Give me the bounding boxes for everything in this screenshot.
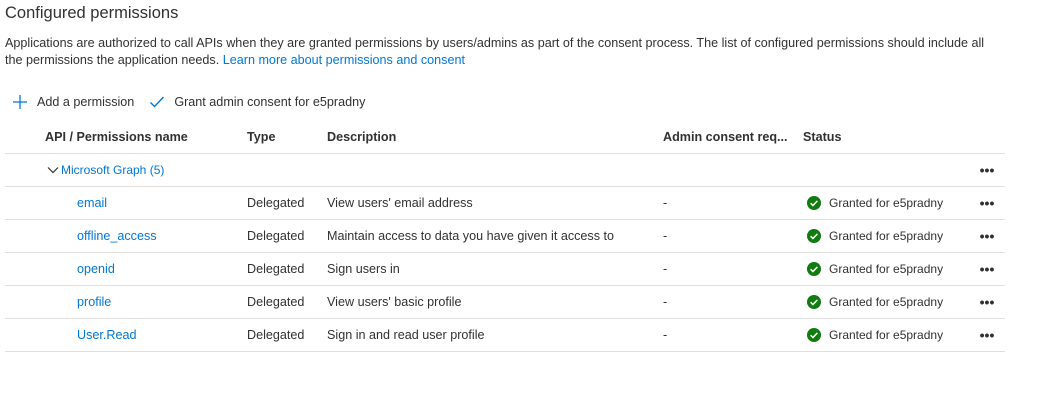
group-label: Microsoft Graph (5) bbox=[61, 163, 165, 177]
success-check-icon bbox=[807, 262, 821, 276]
admin-consent-value: - bbox=[663, 196, 668, 210]
permission-type: Delegated bbox=[247, 229, 305, 243]
admin-consent-value: - bbox=[663, 229, 668, 243]
learn-more-link[interactable]: Learn more about permissions and consent bbox=[223, 53, 465, 67]
grant-admin-consent-label: Grant admin consent for e5pradny bbox=[174, 95, 366, 109]
section-title: Configured permissions bbox=[5, 4, 179, 22]
checkmark-icon bbox=[149, 94, 165, 110]
permissions-table: API / Permissions name Type Description … bbox=[5, 120, 1005, 352]
status-text: Granted for e5pradny bbox=[829, 295, 944, 309]
success-check-icon bbox=[807, 196, 821, 210]
column-header-name[interactable]: API / Permissions name bbox=[45, 120, 188, 153]
group-toggle[interactable]: Microsoft Graph (5) bbox=[47, 154, 164, 186]
table-header: API / Permissions name Type Description … bbox=[5, 120, 1005, 154]
more-icon: ••• bbox=[979, 195, 995, 211]
permission-name-link[interactable]: profile bbox=[77, 286, 111, 318]
permission-type: Delegated bbox=[247, 295, 305, 309]
row-more-button[interactable]: ••• bbox=[973, 187, 1001, 219]
status-text: Granted for e5pradny bbox=[829, 229, 944, 243]
more-icon: ••• bbox=[979, 228, 995, 244]
permission-type: Delegated bbox=[247, 196, 305, 210]
chevron-down-icon bbox=[47, 164, 59, 176]
configured-permissions-page: Configured permissions Applications are … bbox=[0, 0, 1042, 399]
permission-rows: email Delegated View users' email addres… bbox=[5, 187, 1005, 352]
group-more-button[interactable]: ••• bbox=[973, 154, 1001, 186]
description-text: Applications are authorized to call APIs… bbox=[5, 36, 985, 67]
permission-type: Delegated bbox=[247, 262, 305, 276]
permission-name-link[interactable]: User.Read bbox=[77, 319, 137, 351]
more-icon: ••• bbox=[979, 327, 995, 343]
status-text: Granted for e5pradny bbox=[829, 262, 944, 276]
status-cell: Granted for e5pradny bbox=[803, 220, 943, 252]
status-cell: Granted for e5pradny bbox=[803, 253, 943, 285]
column-header-status[interactable]: Status bbox=[803, 120, 842, 153]
admin-consent-value: - bbox=[663, 328, 668, 342]
more-icon: ••• bbox=[979, 261, 995, 277]
column-header-type[interactable]: Type bbox=[247, 120, 275, 153]
permission-description: View users' basic profile bbox=[327, 295, 462, 309]
permission-description: Maintain access to data you have given i… bbox=[327, 229, 615, 243]
table-row: User.Read Delegated Sign in and read use… bbox=[5, 319, 1005, 352]
table-row: profile Delegated View users' basic prof… bbox=[5, 286, 1005, 319]
status-cell: Granted for e5pradny bbox=[803, 187, 943, 219]
section-description: Applications are authorized to call APIs… bbox=[5, 35, 1005, 69]
success-check-icon bbox=[807, 229, 821, 243]
permission-type: Delegated bbox=[247, 328, 305, 342]
admin-consent-value: - bbox=[663, 295, 668, 309]
group-row-microsoft-graph: Microsoft Graph (5) ••• bbox=[5, 154, 1005, 187]
permission-description: Sign users in bbox=[327, 262, 400, 276]
status-text: Granted for e5pradny bbox=[829, 196, 944, 210]
table-row: openid Delegated Sign users in - Granted… bbox=[5, 253, 1005, 286]
row-more-button[interactable]: ••• bbox=[973, 253, 1001, 285]
status-cell: Granted for e5pradny bbox=[803, 319, 943, 351]
permission-name-link[interactable]: email bbox=[77, 187, 107, 219]
admin-consent-value: - bbox=[663, 262, 668, 276]
add-permission-label: Add a permission bbox=[37, 95, 135, 109]
column-header-admin-consent[interactable]: Admin consent req... bbox=[663, 120, 788, 153]
permission-name-link[interactable]: offline_access bbox=[77, 220, 157, 252]
toolbar: Add a permission Grant admin consent for… bbox=[12, 92, 380, 112]
table-row: email Delegated View users' email addres… bbox=[5, 187, 1005, 220]
permission-description: Sign in and read user profile bbox=[327, 328, 485, 342]
table-row: offline_access Delegated Maintain access… bbox=[5, 220, 1005, 253]
grant-admin-consent-button[interactable]: Grant admin consent for e5pradny bbox=[149, 94, 365, 110]
success-check-icon bbox=[807, 295, 821, 309]
plus-icon bbox=[12, 94, 28, 110]
success-check-icon bbox=[807, 328, 821, 342]
more-icon: ••• bbox=[979, 162, 995, 178]
permission-name-link[interactable]: openid bbox=[77, 253, 115, 285]
column-header-description[interactable]: Description bbox=[327, 120, 396, 153]
row-more-button[interactable]: ••• bbox=[973, 220, 1001, 252]
row-more-button[interactable]: ••• bbox=[973, 286, 1001, 318]
row-more-button[interactable]: ••• bbox=[973, 319, 1001, 351]
status-cell: Granted for e5pradny bbox=[803, 286, 943, 318]
status-text: Granted for e5pradny bbox=[829, 328, 944, 342]
more-icon: ••• bbox=[979, 294, 995, 310]
add-permission-button[interactable]: Add a permission bbox=[12, 94, 134, 110]
permission-description: View users' email address bbox=[327, 196, 473, 210]
